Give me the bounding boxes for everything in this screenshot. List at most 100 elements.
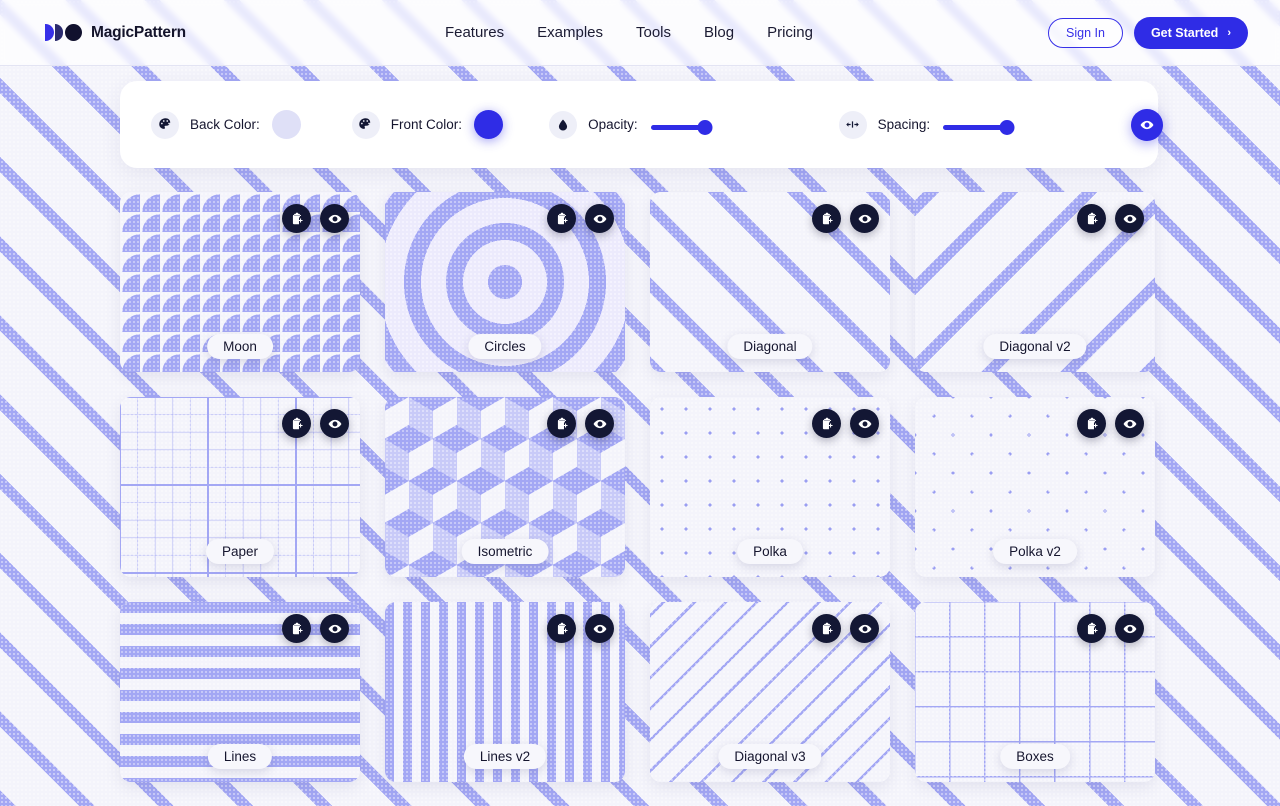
eye-icon [1123, 214, 1136, 223]
clipboard-copy-icon [1087, 622, 1098, 634]
preview-pattern-button[interactable] [850, 204, 879, 233]
pattern-card[interactable]: Lines v2 [385, 602, 625, 782]
eye-icon [593, 419, 606, 428]
pattern-name-label: Diagonal v2 [983, 334, 1087, 359]
nav-item-examples[interactable]: Examples [537, 24, 603, 41]
pattern-card-actions [282, 409, 349, 438]
copy-pattern-button[interactable] [282, 204, 311, 233]
pattern-grid: Moon Circles Diagonal Diagonal v2 Paper Isome… [120, 192, 1158, 782]
copy-pattern-button[interactable] [547, 409, 576, 438]
pattern-card[interactable]: Diagonal v3 [650, 602, 890, 782]
eye-icon [593, 214, 606, 223]
copy-pattern-button[interactable] [812, 204, 841, 233]
copy-pattern-button[interactable] [547, 204, 576, 233]
pattern-card-actions [812, 614, 879, 643]
pattern-controls-bar: Back Color: Front Color: Opacity: Spacin… [120, 81, 1164, 168]
site-header: MagicPattern Features Examples Tools Blo… [0, 0, 1280, 66]
preview-pattern-button[interactable] [320, 409, 349, 438]
preview-pattern-button[interactable] [1115, 614, 1144, 643]
clipboard-copy-icon [557, 622, 568, 634]
header-actions: Sign In Get Started › [1048, 16, 1248, 49]
preview-pattern-button[interactable] [585, 204, 614, 233]
clipboard-copy-icon [822, 417, 833, 429]
preview-pattern-button[interactable] [1115, 204, 1144, 233]
sign-in-button[interactable]: Sign In [1048, 17, 1123, 48]
nav-item-tools[interactable]: Tools [636, 24, 671, 41]
pattern-name-label: Isometric [461, 539, 549, 564]
pattern-name-label: Polka v2 [993, 539, 1077, 564]
eye-icon [593, 624, 606, 633]
get-started-label: Get Started [1150, 25, 1219, 40]
pattern-card[interactable]: Isometric [385, 397, 625, 577]
pattern-name-label: Polka [737, 539, 803, 564]
pattern-card-actions [1077, 204, 1144, 233]
copy-pattern-button[interactable] [1077, 409, 1106, 438]
pattern-card[interactable]: Moon [120, 192, 360, 372]
pattern-card[interactable]: Diagonal [650, 192, 890, 372]
eye-icon [1123, 624, 1136, 633]
logo-text: MagicPattern [91, 23, 186, 41]
opacity-label: Opacity: [588, 117, 638, 132]
pattern-card[interactable]: Circles [385, 192, 625, 372]
pattern-card[interactable]: Diagonal v2 [915, 192, 1155, 372]
arrows-horizontal-icon [838, 110, 867, 139]
copy-pattern-button[interactable] [282, 409, 311, 438]
pattern-name-label: Circles [468, 334, 542, 359]
preview-pattern-button[interactable] [850, 409, 879, 438]
pattern-card[interactable]: Boxes [915, 602, 1155, 782]
copy-pattern-button[interactable] [1077, 204, 1106, 233]
preview-toggle-button[interactable] [1131, 108, 1164, 141]
main-navigation: Features Examples Tools Blog Pricing [445, 24, 813, 41]
copy-pattern-button[interactable] [1077, 614, 1106, 643]
eye-icon [1140, 120, 1154, 129]
back-color-swatch[interactable] [271, 110, 301, 139]
copy-pattern-button[interactable] [547, 614, 576, 643]
pattern-card-actions [1077, 614, 1144, 643]
preview-pattern-button[interactable] [320, 614, 349, 643]
clipboard-copy-icon [1087, 417, 1098, 429]
spacing-control: Spacing: [838, 110, 1079, 139]
pattern-name-label: Paper [205, 539, 275, 564]
clipboard-copy-icon [292, 417, 303, 429]
back-color-label: Back Color: [190, 117, 260, 132]
eye-icon [858, 419, 871, 428]
pattern-card[interactable]: Polka [650, 397, 890, 577]
chevron-right-icon: › [1227, 26, 1231, 39]
preview-pattern-button[interactable] [1115, 409, 1144, 438]
pattern-name-label: Boxes [1000, 744, 1070, 769]
pattern-card[interactable]: Polka v2 [915, 397, 1155, 577]
preview-pattern-button[interactable] [850, 614, 879, 643]
get-started-button[interactable]: Get Started › [1133, 16, 1248, 49]
preview-pattern-button[interactable] [320, 204, 349, 233]
nav-item-features[interactable]: Features [445, 24, 504, 41]
clipboard-copy-icon [1087, 212, 1098, 224]
front-color-swatch[interactable] [474, 110, 504, 139]
eye-icon [328, 624, 341, 633]
palette-icon [351, 110, 380, 139]
nav-item-pricing[interactable]: Pricing [767, 24, 813, 41]
pattern-card-actions [812, 409, 879, 438]
back-color-control: Back Color: [151, 110, 301, 139]
pattern-name-label: Lines v2 [463, 744, 547, 769]
pattern-card[interactable]: Lines [120, 602, 360, 782]
eye-icon [858, 624, 871, 633]
eye-icon [328, 419, 341, 428]
nav-item-blog[interactable]: Blog [704, 24, 734, 41]
copy-pattern-button[interactable] [812, 409, 841, 438]
clipboard-copy-icon [292, 212, 303, 224]
preview-pattern-button[interactable] [585, 409, 614, 438]
clipboard-copy-icon [292, 622, 303, 634]
pattern-card-actions [547, 614, 614, 643]
droplet-icon [549, 110, 578, 139]
clipboard-copy-icon [822, 212, 833, 224]
preview-pattern-button[interactable] [585, 614, 614, 643]
logo[interactable]: MagicPattern [45, 24, 186, 42]
pattern-card[interactable]: Paper [120, 397, 360, 577]
copy-pattern-button[interactable] [282, 614, 311, 643]
clipboard-copy-icon [557, 212, 568, 224]
front-color-label: Front Color: [390, 117, 463, 132]
copy-pattern-button[interactable] [812, 614, 841, 643]
pattern-name-label: Diagonal v3 [718, 744, 822, 769]
pattern-name-label: Moon [207, 334, 273, 359]
pattern-card-actions [812, 204, 879, 233]
